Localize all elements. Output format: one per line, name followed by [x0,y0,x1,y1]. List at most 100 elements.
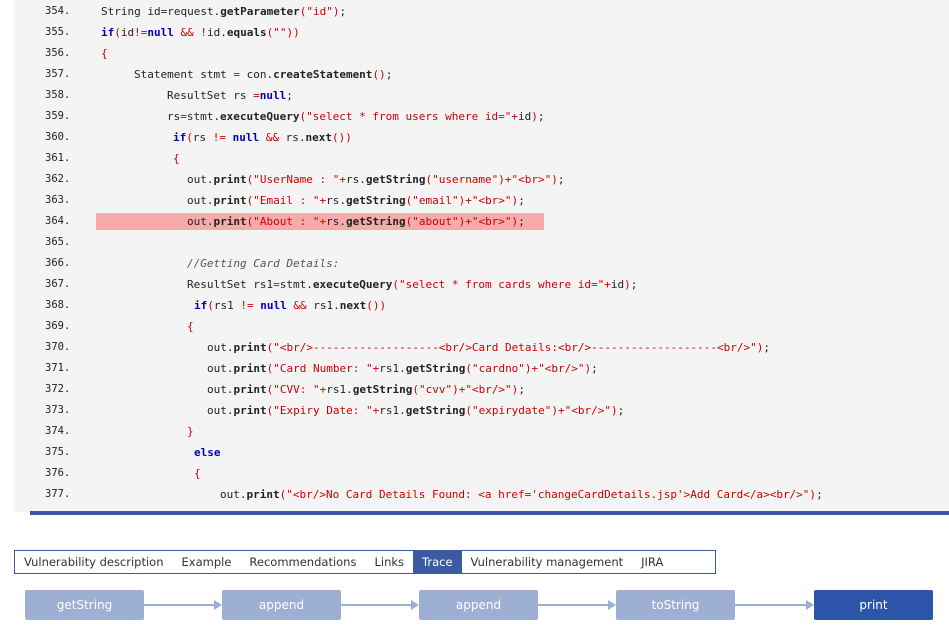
code-text: out.print("<br/>No Card Details Found: <… [220,484,823,505]
horizontal-scrollbar[interactable] [30,511,949,515]
code-token: null [259,89,287,102]
code-token: out. [187,173,214,186]
code-line: 368. if(rs1 != null && rs1.next()) [14,295,949,316]
code-token: ("")) [266,26,300,39]
code-token: null [232,131,260,144]
code-text: if(rs1 != null && rs1.next()) [194,295,386,316]
code-line: 354. String id=request.getParameter("id")… [14,1,949,22]
code-token: rs [192,131,213,144]
code-text: out.print("Expiry Date: "+rs1.getString(… [207,400,624,421]
code-text: ResultSet rs1=stmt.executeQuery("select … [187,274,637,295]
code-token: ; [591,362,598,375]
code-token: next [305,131,333,144]
code-token: id [610,278,625,291]
code-token: id [518,110,532,123]
code-text: String id=request.getParameter("id"); [101,1,346,22]
code-token: rs [167,110,181,123]
code-token: getParameter [220,5,300,18]
line-number: 377. [45,488,71,500]
code-panel: 354. String id=request.getParameter("id")… [14,0,949,512]
code-line: 360. if(rs != null && rs.next()) [14,127,949,148]
code-text: out.print("About : "+rs.getString("about… [187,211,525,232]
code-text: out.print("CVV: "+rs1.getString("cvv")+"… [207,379,525,400]
trace-node-append[interactable]: append [419,590,538,620]
code-token: print [233,383,267,396]
code-token: ; [339,5,347,18]
code-token: print [233,362,267,375]
code-line: 363. out.print("Email : "+rs.getString("e… [14,190,949,211]
code-line: 369. { [14,316,949,337]
trace-node-getstring[interactable]: getString [25,590,144,620]
code-line: 376. { [14,463,949,484]
code-token: ; [286,89,293,102]
code-token: print [246,488,280,501]
code-token: ResultSet rs1 [187,278,274,291]
code-token: ("select * from cards where id="+ [392,278,611,291]
code-text: out.print("UserName : "+rs.getString("us… [187,169,565,190]
code-token: ("id") [299,5,340,18]
code-token: ("Email : "+ [246,194,327,207]
code-token: ; [537,110,545,123]
code-token: = [233,68,240,81]
line-number: 374. [45,425,71,437]
code-token: ("cardno")+"<br/>") [465,362,592,375]
code-token: else [194,446,221,459]
code-token: getString [352,383,413,396]
tab-vulnerability-description[interactable]: Vulnerability description [15,551,173,573]
tab-links[interactable]: Links [365,551,413,573]
code-token: ; [518,383,525,396]
code-token: out. [207,341,234,354]
code-line: 373. out.print("Expiry Date: "+rs1.getStr… [14,400,949,421]
code-token: ) [624,278,631,291]
code-token: if [101,26,115,39]
tab-example[interactable]: Example [173,551,241,573]
code-token: ("Expiry Date: "+ [266,404,380,417]
code-line: 372. out.print("CVV: "+rs1.getString("cvv… [14,379,949,400]
trace-node-tostring[interactable]: toString [616,590,735,620]
code-text: //Getting Card Details: [187,253,339,274]
code-token: ("select * from users where id="+ [299,110,519,123]
line-number: 372. [45,383,71,395]
code-text: { [187,316,194,337]
line-number: 376. [45,467,71,479]
line-number: 360. [45,131,71,143]
code-text: out.print("<br/>-------------------<br/>… [207,337,770,358]
code-token: rs1 [213,299,241,312]
code-token: getString [345,194,406,207]
code-token: next [339,299,367,312]
code-text: if(id!=null && !id.equals("")) [101,22,300,43]
code-token: ()) [332,131,352,144]
code-token: if [194,299,208,312]
tab-recommendations[interactable]: Recommendations [240,551,365,573]
line-number: 358. [45,89,71,101]
code-token: ; [816,488,823,501]
code-token: ("About : "+ [246,215,327,228]
code-token: ( [207,299,214,312]
arrow-right-icon [806,600,814,610]
code-token: ; [385,68,393,81]
code-text: } [187,421,194,442]
trace-arrow-line [735,604,806,606]
trace-node-append[interactable]: append [222,590,341,620]
code-token: rs1. [306,299,340,312]
trace-node-print[interactable]: print [814,590,933,620]
code-token: { [101,47,108,60]
code-token: { [173,152,180,165]
code-token: id. [207,26,227,39]
code-token: if [173,131,187,144]
tab-vulnerability-management[interactable]: Vulnerability management [462,551,633,573]
line-number: 369. [45,320,71,332]
code-token: out. [207,362,234,375]
code-token: stmt. [186,110,220,123]
trace-arrow-line [144,604,214,606]
code-token: rs. [326,215,346,228]
code-token: ( [114,26,121,39]
line-number: 356. [45,47,71,59]
line-number: 354. [45,5,71,17]
tab-trace[interactable]: Trace [413,551,462,573]
trace-arrow-line [341,604,411,606]
code-token: con. [239,68,274,81]
tab-jira[interactable]: JIRA [632,551,672,573]
